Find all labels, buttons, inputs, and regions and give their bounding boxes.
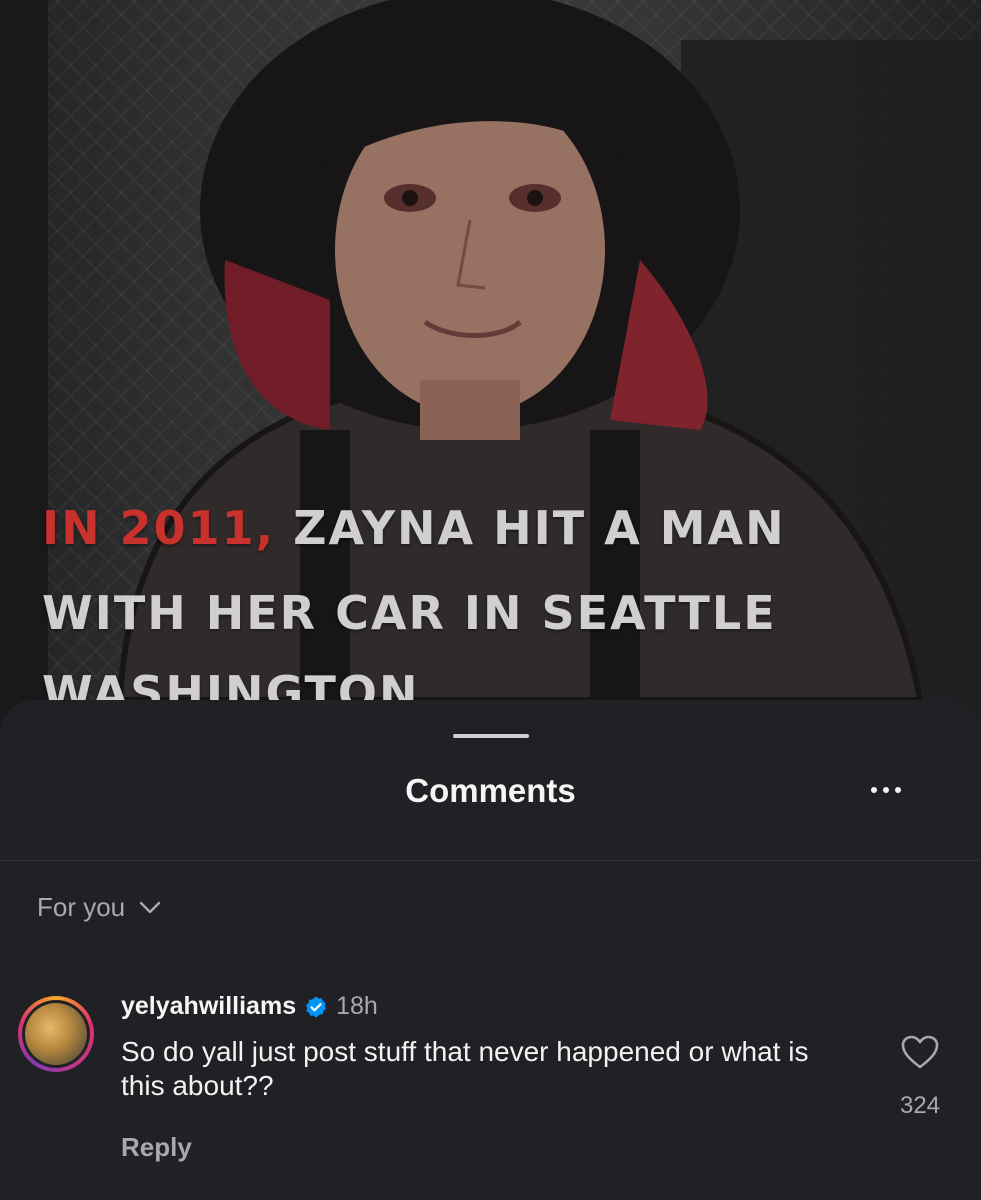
sheet-title: Comments [405,772,576,809]
overlay-caption-line-2: WITH HER CAR IN SEATTLE [42,586,777,640]
avatar-story-ring[interactable] [18,996,94,1072]
overlay-caption-year: IN 2011, [42,501,276,555]
comment-item: yelyahwilliams 18h So do yall just post … [0,990,981,1190]
drag-handle[interactable] [453,734,529,738]
comment-sort-dropdown[interactable]: For you [37,892,161,923]
comment-text: So do yall just post stuff that never ha… [121,1036,809,1101]
comment-sort-label: For you [37,892,126,922]
like-count: 324 [899,1092,941,1119]
more-horizontal-icon [871,787,877,793]
comment-timestamp: 18h [336,992,378,1020]
more-options-button[interactable] [862,772,910,808]
photo-dim [0,0,981,760]
comment-username[interactable]: yelyahwilliams [121,992,296,1021]
chevron-down-icon [139,901,161,913]
avatar [25,1003,87,1065]
reply-button[interactable]: Reply [121,1132,192,1163]
divider [0,860,981,861]
post-photo: IN 2011, ZAYNA HIT A MAN WITH HER CAR IN… [0,0,981,760]
heart-outline-icon [901,1035,939,1069]
like-button[interactable] [900,1034,940,1070]
overlay-caption-line-1: IN 2011, ZAYNA HIT A MAN [42,505,942,551]
comments-sheet: Comments For you yelyahwilliams 18h So d… [0,700,981,1200]
verified-badge-icon [304,995,328,1019]
comment-header: yelyahwilliams 18h [121,992,378,1021]
overlay-caption-line-1-rest: ZAYNA HIT A MAN [275,501,786,555]
